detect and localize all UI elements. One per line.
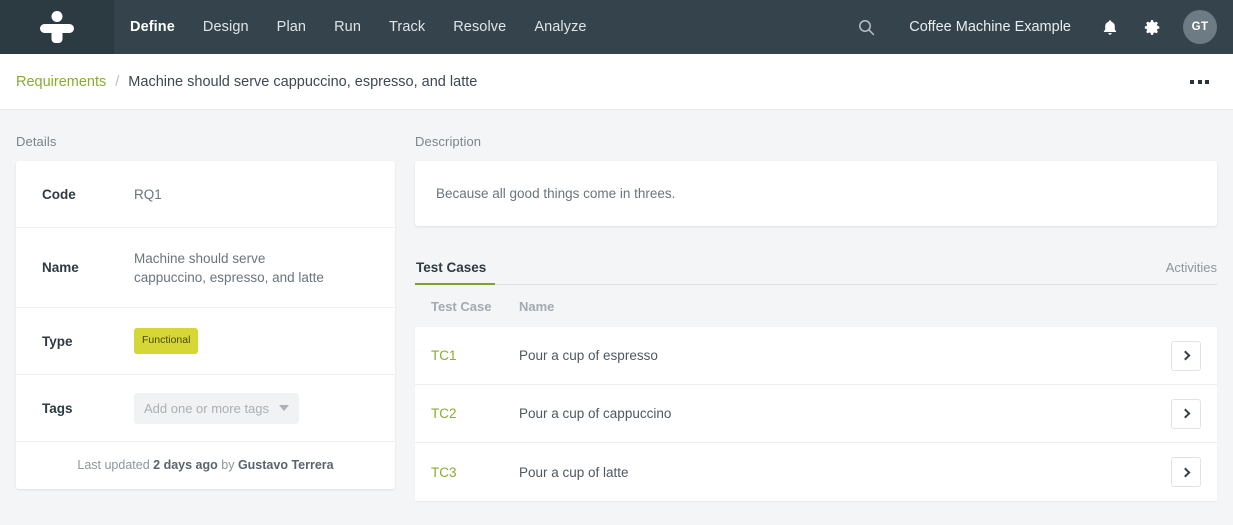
test-cases-table-body: TC1 Pour a cup of espresso TC2 Pour a cu… <box>415 327 1217 501</box>
nav-item-analyze[interactable]: Analyze <box>520 0 600 54</box>
breadcrumb-separator: / <box>115 73 120 90</box>
test-cases-table-header: Test Case Name <box>415 285 1217 327</box>
page-body: Details Code RQ1 Name Machine should ser… <box>0 110 1233 525</box>
avatar[interactable]: GT <box>1183 10 1217 44</box>
main-content-column: Description Because all good things come… <box>415 110 1233 525</box>
test-case-code-link[interactable]: TC3 <box>431 465 519 480</box>
details-footer: Last updated 2 days ago by Gustavo Terre… <box>16 442 395 489</box>
type-badge: Functional <box>134 328 199 354</box>
tab-activities[interactable]: Activities <box>1166 260 1217 284</box>
description-text: Because all good things come in threes. <box>436 186 676 201</box>
breadcrumb-current-title: Machine should serve cappuccino, espress… <box>128 73 478 90</box>
details-column: Details Code RQ1 Name Machine should ser… <box>0 110 415 525</box>
tags-placeholder: Add one or more tags <box>144 400 270 416</box>
breadcrumb-parent-link[interactable]: Requirements <box>16 74 106 90</box>
detail-value-type: Functional <box>134 328 199 354</box>
app-logo[interactable] <box>0 0 114 54</box>
detail-key: Tags <box>42 400 73 416</box>
detail-value-tags: Add one or more tags <box>134 392 299 424</box>
chevron-down-icon <box>279 405 289 411</box>
table-row[interactable]: TC2 Pour a cup of cappuccino <box>415 385 1217 443</box>
table-row[interactable]: TC3 Pour a cup of latte <box>415 443 1217 501</box>
table-row[interactable]: TC1 Pour a cup of espresso <box>415 327 1217 385</box>
test-case-name: Pour a cup of cappuccino <box>519 406 672 421</box>
nav-item-track[interactable]: Track <box>375 0 439 54</box>
main-nav-items: Define Design Plan Run Track Resolve Ana… <box>114 0 601 54</box>
detail-row-code: Code RQ1 <box>16 161 395 228</box>
nav-item-label: Track <box>389 19 426 35</box>
tricentis-person-logo-icon <box>39 11 75 43</box>
tab-label: Test Cases <box>416 260 487 275</box>
test-case-name: Pour a cup of espresso <box>519 348 658 363</box>
bell-icon[interactable] <box>1089 0 1131 54</box>
column-header-test-case: Test Case <box>431 298 492 314</box>
detail-key: Code <box>42 186 76 202</box>
chevron-right-icon[interactable] <box>1171 398 1201 429</box>
ellipsis-icon[interactable] <box>1184 72 1215 92</box>
nav-item-label: Plan <box>276 19 307 35</box>
footer-user: Gustavo Terrera <box>237 458 334 472</box>
tab-label: Activities <box>1165 260 1217 275</box>
gear-icon[interactable] <box>1131 0 1173 54</box>
avatar-initials: GT <box>1191 21 1209 33</box>
nav-item-run[interactable]: Run <box>320 0 375 54</box>
test-case-name: Pour a cup of latte <box>519 464 629 480</box>
nav-item-label: Design <box>202 19 249 35</box>
project-name[interactable]: Coffee Machine Example <box>887 19 1089 35</box>
detail-value-name: Machine should serve cappuccino, espress… <box>134 250 324 285</box>
detail-key: Name <box>42 260 79 275</box>
tags-select[interactable]: Add one or more tags <box>134 392 299 424</box>
detail-row-name: Name Machine should serve cappuccino, es… <box>16 228 395 308</box>
detail-row-type: Type Functional <box>16 308 395 375</box>
details-section-label: Details <box>16 134 57 149</box>
test-case-code-link[interactable]: TC2 <box>431 406 519 421</box>
footer-when: 2 days ago <box>153 458 218 472</box>
test-case-code-link[interactable]: TC1 <box>431 348 519 363</box>
nav-item-label: Analyze <box>534 19 587 35</box>
footer-prefix: Last updated <box>77 458 150 472</box>
description-section-label: Description <box>415 134 482 149</box>
tab-test-cases[interactable]: Test Cases <box>415 260 496 285</box>
content-tabs: Test Cases Activities <box>415 252 1217 285</box>
nav-item-define[interactable]: Define <box>114 0 189 54</box>
nav-item-label: Define <box>130 19 175 35</box>
top-navigation-bar: Define Design Plan Run Track Resolve Ana… <box>0 0 1233 54</box>
breadcrumb-bar: Requirements / Machine should serve capp… <box>0 54 1233 110</box>
nav-item-label: Resolve <box>453 19 507 35</box>
description-card: Because all good things come in threes. <box>415 161 1217 226</box>
detail-key: Type <box>42 333 73 349</box>
nav-item-label: Run <box>334 19 361 35</box>
nav-item-plan[interactable]: Plan <box>263 0 320 54</box>
chevron-right-icon[interactable] <box>1171 457 1201 487</box>
nav-right-group: Coffee Machine Example GT <box>845 0 1233 54</box>
footer-by: by <box>221 458 235 472</box>
search-icon[interactable] <box>845 0 887 54</box>
nav-item-resolve[interactable]: Resolve <box>439 0 520 54</box>
nav-item-design[interactable]: Design <box>189 0 263 54</box>
chevron-right-icon[interactable] <box>1171 340 1201 371</box>
column-header-name: Name <box>519 298 555 314</box>
detail-value-code: RQ1 <box>134 186 162 202</box>
detail-row-tags: Tags Add one or more tags <box>16 375 395 442</box>
details-card: Code RQ1 Name Machine should serve cappu… <box>16 161 395 489</box>
